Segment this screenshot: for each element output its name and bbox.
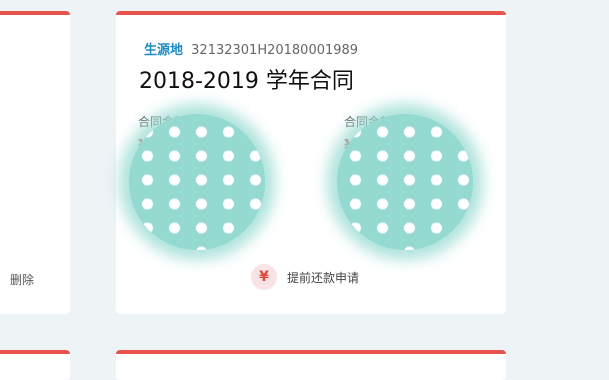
contract-header: 生源地 32132301H20180001989 xyxy=(144,39,358,58)
contract-card-next xyxy=(116,350,506,380)
yen-icon: ¥ xyxy=(251,264,277,290)
privacy-mask xyxy=(129,114,265,250)
contract-card: 生源地 32132301H20180001989 2018-2019 学年合同 … xyxy=(116,11,506,314)
delete-button[interactable]: 删除 xyxy=(10,271,34,288)
loan-type-tag: 生源地 xyxy=(144,43,184,58)
early-repayment-button[interactable]: ¥ 提前还款申请 xyxy=(251,264,359,290)
contract-title: 2018-2019 学年合同 xyxy=(139,69,354,94)
contract-card-next-left xyxy=(0,350,70,380)
privacy-mask xyxy=(337,114,473,250)
contract-number: 32132301H20180001989 xyxy=(191,43,359,58)
contract-card-left: 删除 xyxy=(0,11,70,314)
early-repayment-label: 提前还款申请 xyxy=(287,270,360,285)
